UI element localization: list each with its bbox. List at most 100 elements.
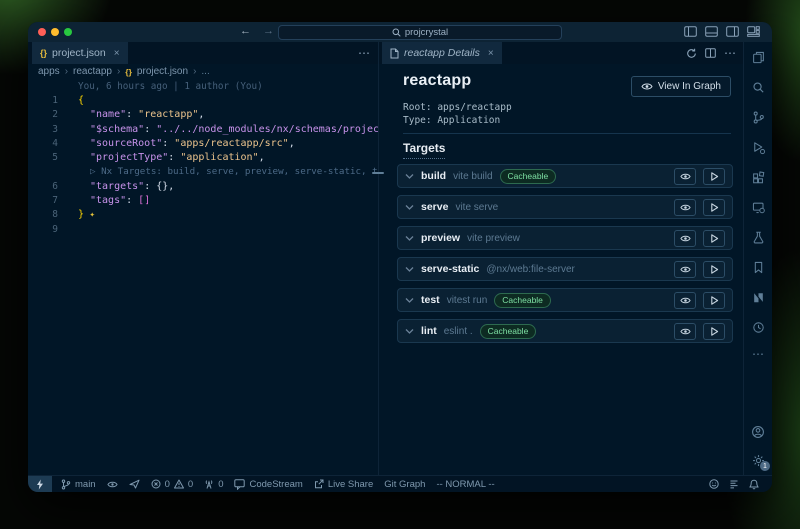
formatter-item[interactable] — [729, 479, 739, 489]
target-row-serve-static[interactable]: serve-static@nx/web:file-server — [397, 257, 733, 281]
command-center-search[interactable]: projcrystal — [278, 25, 562, 40]
problems-item[interactable]: 0 0 — [151, 479, 194, 490]
chevron-down-icon[interactable] — [405, 266, 414, 273]
code-token: , — [198, 109, 204, 120]
view-in-graph-button[interactable]: View In Graph — [631, 76, 731, 97]
editor-group-divider[interactable] — [378, 42, 379, 476]
tab-project-json[interactable]: {} project.json × — [32, 42, 128, 64]
target-row-lint[interactable]: linteslint .Cacheable — [397, 319, 733, 343]
code-line-row: 1{ — [28, 93, 378, 107]
target-row-build[interactable]: buildvite buildCacheable — [397, 164, 733, 188]
zoom-window-button[interactable] — [64, 28, 72, 36]
sash-handle[interactable] — [372, 172, 384, 174]
error-icon — [151, 479, 161, 489]
chevron-down-icon[interactable] — [405, 328, 414, 335]
tab-label: reactapp Details — [404, 47, 480, 59]
back-arrow-icon[interactable]: ← — [240, 25, 251, 37]
chevron-down-icon[interactable] — [405, 297, 414, 304]
run-target-button[interactable] — [703, 199, 725, 216]
source-control-icon[interactable] — [750, 109, 766, 125]
code-line-row: 4"sourceRoot": "apps/reactapp/src", — [28, 136, 378, 150]
nx-console-icon[interactable] — [750, 289, 766, 305]
code-token: ✦ — [84, 210, 95, 220]
breadcrumb: apps › reactapp › {} project.json › ... — [28, 64, 378, 79]
code-area[interactable]: You, 6 hours ago | 1 author (You)1{2"nam… — [28, 79, 378, 476]
minimize-window-button[interactable] — [51, 28, 59, 36]
gitlens-toggle-item[interactable] — [107, 480, 118, 489]
target-command: vite serve — [455, 202, 498, 213]
view-in-graph-label: View In Graph — [658, 81, 721, 92]
remote-explorer-icon[interactable] — [750, 199, 766, 215]
account-icon[interactable] — [750, 424, 766, 440]
codestream-item[interactable]: CodeStream — [234, 479, 302, 490]
breadcrumb-apps[interactable]: apps — [38, 66, 60, 77]
tab-reactapp-details[interactable]: reactapp Details × — [382, 42, 502, 64]
bookmarks-icon[interactable] — [750, 259, 766, 275]
forward-arrow-icon[interactable]: → — [263, 25, 274, 37]
show-target-config-button[interactable] — [674, 168, 696, 185]
close-icon[interactable]: × — [114, 48, 120, 59]
show-target-config-button[interactable] — [674, 292, 696, 309]
code-token: : — [162, 138, 174, 149]
close-icon[interactable]: × — [488, 48, 494, 59]
targets-heading: Targets — [403, 141, 445, 159]
vim-mode-label: -- NORMAL -- — [436, 479, 494, 490]
code-token: , — [168, 181, 174, 192]
liveshare-item[interactable]: Live Share — [314, 479, 373, 490]
show-target-config-button[interactable] — [674, 199, 696, 216]
left-editor-tabstrip: {} project.json × ⋯ — [28, 42, 378, 64]
search-icon[interactable] — [750, 79, 766, 95]
code-token: "tags" — [90, 195, 126, 206]
toggle-secondary-sidebar-icon[interactable] — [726, 26, 739, 37]
feedback-item[interactable] — [709, 479, 719, 489]
run-target-button[interactable] — [703, 168, 725, 185]
project-type: Type: Application — [403, 115, 500, 126]
testing-beaker-icon[interactable] — [750, 229, 766, 245]
breadcrumb-reactapp[interactable]: reactapp — [73, 66, 112, 77]
code-token: "reactapp" — [138, 109, 198, 120]
show-target-config-button[interactable] — [674, 230, 696, 247]
customize-layout-icon[interactable] — [747, 26, 760, 37]
toggle-panel-icon[interactable] — [705, 26, 718, 37]
code-line: "$schema": "../../node_modules/nx/schema… — [78, 124, 378, 135]
target-row-preview[interactable]: previewvite preview — [397, 226, 733, 250]
search-icon — [392, 28, 401, 37]
remote-indicator[interactable] — [28, 476, 52, 492]
code-token: "application" — [180, 152, 258, 163]
split-editor-icon[interactable] — [705, 48, 716, 58]
git-blame-annotation: You, 6 hours ago | 1 author (You) — [78, 81, 263, 92]
ports-item[interactable]: 0 — [204, 479, 223, 490]
code-token: "sourceRoot" — [90, 138, 162, 149]
explorer-icon[interactable] — [750, 49, 766, 65]
run-debug-icon[interactable] — [750, 139, 766, 155]
git-branch-item[interactable]: main — [61, 479, 96, 490]
run-target-button[interactable] — [703, 230, 725, 247]
run-target-button[interactable] — [703, 261, 725, 278]
vim-mode-item[interactable]: -- NORMAL -- — [436, 479, 494, 490]
notifications-item[interactable] — [749, 479, 759, 490]
time-tracker-icon[interactable] — [750, 319, 766, 335]
chevron-down-icon[interactable] — [405, 173, 414, 180]
show-target-config-button[interactable] — [674, 261, 696, 278]
toggle-primary-sidebar-icon[interactable] — [684, 26, 697, 37]
settings-gear-icon[interactable]: 1 — [750, 452, 766, 468]
chevron-down-icon[interactable] — [405, 204, 414, 211]
gitgraph-item[interactable]: Git Graph — [384, 479, 425, 490]
run-target-button[interactable] — [703, 323, 725, 340]
target-command: vite build — [453, 171, 492, 182]
target-row-serve[interactable]: servevite serve — [397, 195, 733, 219]
more-views-icon[interactable]: ⋯ — [752, 349, 764, 359]
target-command: vitest run — [447, 295, 488, 306]
refresh-icon[interactable] — [686, 48, 697, 59]
more-actions-icon[interactable]: ⋯ — [358, 46, 370, 60]
more-actions-icon[interactable]: ⋯ — [724, 46, 736, 60]
breadcrumb-symbol[interactable]: ... — [201, 66, 209, 77]
run-target-button[interactable] — [703, 292, 725, 309]
chevron-down-icon[interactable] — [405, 235, 414, 242]
target-row-test[interactable]: testvitest runCacheable — [397, 288, 733, 312]
breadcrumb-project-json[interactable]: project.json — [137, 66, 188, 77]
launchpad-item[interactable] — [129, 479, 140, 489]
close-window-button[interactable] — [38, 28, 46, 36]
show-target-config-button[interactable] — [674, 323, 696, 340]
extensions-icon[interactable] — [750, 169, 766, 185]
